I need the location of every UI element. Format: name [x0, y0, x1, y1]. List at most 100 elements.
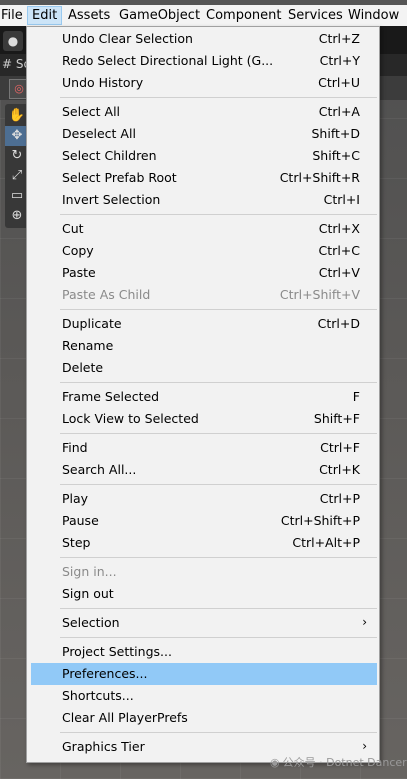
menu-bar: File Edit Assets GameObject Component Se…: [0, 5, 407, 26]
menu-item-shortcut: Ctrl+Shift+R: [279, 170, 360, 185]
menu-item-label: Step: [62, 535, 91, 550]
chevron-right-icon: ›: [362, 739, 367, 753]
menu-item-shortcut: Ctrl+V: [318, 265, 360, 280]
menu-item-select-children[interactable]: Select Children Shift+C: [31, 145, 377, 167]
menu-item-select-all[interactable]: Select All Ctrl+A: [31, 101, 377, 123]
menu-item-label: Lock View to Selected: [62, 411, 199, 426]
menu-item-label: Selection: [62, 615, 120, 630]
menu-item-label: Graphics Tier: [62, 739, 145, 754]
menu-item-search-all[interactable]: Search All... Ctrl+K: [31, 459, 377, 481]
menu-item-shortcut: Ctrl+F: [320, 440, 360, 455]
menu-item-label: Undo Clear Selection: [62, 31, 193, 46]
menu-item-label: Sign out: [62, 586, 114, 601]
gizmo-icon: ◎: [14, 82, 24, 95]
menu-item-label: Cut: [62, 221, 84, 236]
menu-item-cut[interactable]: Cut Ctrl+X: [31, 218, 377, 240]
menu-item-shortcut: Ctrl+C: [318, 243, 360, 258]
chevron-right-icon: ›: [362, 615, 367, 629]
menu-item-play[interactable]: Play Ctrl+P: [31, 488, 377, 510]
menu-separator: [60, 214, 377, 215]
menu-item-lock-view[interactable]: Lock View to Selected Shift+F: [31, 408, 377, 430]
menu-item-step[interactable]: Step Ctrl+Alt+P: [31, 532, 377, 554]
menu-item-shortcut: Ctrl+D: [317, 316, 360, 331]
menu-item-selection[interactable]: Selection ›: [31, 612, 377, 634]
watermark: ◉ 公众号 · Dotnet Dancer: [270, 754, 407, 770]
menu-separator: [60, 732, 377, 733]
menu-separator: [60, 637, 377, 638]
menu-item-label: Redo Select Directional Light (G...: [62, 53, 274, 68]
menu-item-shortcut: Ctrl+Shift+P: [280, 513, 360, 528]
account-icon: ●: [7, 34, 19, 48]
menu-item-copy[interactable]: Copy Ctrl+C: [31, 240, 377, 262]
menu-item-shortcut: Ctrl+Alt+P: [292, 535, 360, 550]
menu-item-pause[interactable]: Pause Ctrl+Shift+P: [31, 510, 377, 532]
menu-item-shortcut: Ctrl+I: [323, 192, 360, 207]
menu-item-shortcut: Ctrl+A: [318, 104, 360, 119]
menu-item-sign-out[interactable]: Sign out: [31, 583, 377, 605]
watermark-text: 公众号 · Dotnet Dancer: [282, 756, 407, 769]
menu-item-label: Project Settings...: [62, 644, 172, 659]
menu-item-paste[interactable]: Paste Ctrl+V: [31, 262, 377, 284]
menu-item-label: Clear All PlayerPrefs: [62, 710, 188, 725]
menu-item-clear-playerprefs[interactable]: Clear All PlayerPrefs: [31, 707, 377, 729]
menu-gameobject[interactable]: GameObject: [119, 8, 200, 23]
menu-item-shortcut: Ctrl+U: [318, 75, 360, 90]
menu-item-sign-in: Sign in...: [31, 561, 377, 583]
menu-item-label: Preferences...: [62, 666, 148, 681]
menu-item-shortcut: Shift+F: [313, 411, 360, 426]
menu-item-label: Duplicate: [62, 316, 122, 331]
menu-item-label: Sign in...: [62, 564, 117, 579]
menu-item-label: Rename: [62, 338, 114, 353]
menu-item-shortcut: Ctrl+K: [319, 462, 360, 477]
menu-item-label: Paste: [62, 265, 96, 280]
menu-separator: [60, 433, 377, 434]
wechat-icon: ◉: [270, 756, 280, 769]
menu-item-shortcut: Ctrl+P: [319, 491, 360, 506]
menu-window[interactable]: Window: [348, 8, 399, 23]
menu-item-shortcuts[interactable]: Shortcuts...: [31, 685, 377, 707]
menu-item-undo[interactable]: Undo Clear Selection Ctrl+Z: [31, 28, 377, 50]
menu-item-label: Search All...: [62, 462, 137, 477]
menu-separator: [60, 484, 377, 485]
menu-item-label: Play: [62, 491, 89, 506]
edit-menu-dropdown: Undo Clear Selection Ctrl+Z Redo Select …: [26, 26, 380, 763]
menu-item-label: Invert Selection: [62, 192, 161, 207]
menu-item-label: Select Children: [62, 148, 157, 163]
menu-item-shortcut: Shift+C: [312, 148, 360, 163]
menu-item-select-prefab-root[interactable]: Select Prefab Root Ctrl+Shift+R: [31, 167, 377, 189]
menu-services[interactable]: Services: [288, 8, 343, 23]
menu-item-label: Find: [62, 440, 88, 455]
menu-item-duplicate[interactable]: Duplicate Ctrl+D: [31, 313, 377, 335]
account-button[interactable]: ●: [3, 31, 23, 51]
menu-separator: [60, 97, 377, 98]
menu-item-label: Pause: [62, 513, 99, 528]
menu-item-label: Frame Selected: [62, 389, 160, 404]
menu-item-frame-selected[interactable]: Frame Selected F: [31, 386, 377, 408]
menu-separator: [60, 309, 377, 310]
menu-assets[interactable]: Assets: [68, 8, 110, 23]
menu-item-shortcut: Ctrl+Z: [318, 31, 360, 46]
menu-component[interactable]: Component: [206, 8, 281, 23]
menu-item-invert-selection[interactable]: Invert Selection Ctrl+I: [31, 189, 377, 211]
menu-item-deselect-all[interactable]: Deselect All Shift+D: [31, 123, 377, 145]
menu-separator: [60, 382, 377, 383]
menu-item-label: Select Prefab Root: [62, 170, 177, 185]
menu-item-find[interactable]: Find Ctrl+F: [31, 437, 377, 459]
menu-item-redo[interactable]: Redo Select Directional Light (G... Ctrl…: [31, 50, 377, 72]
menu-item-label: Delete: [62, 360, 104, 375]
menu-file[interactable]: File: [1, 8, 23, 23]
menu-item-label: Select All: [62, 104, 121, 119]
menu-separator: [60, 608, 377, 609]
menu-edit[interactable]: Edit: [27, 6, 63, 25]
menu-item-shortcut: Ctrl+Shift+V: [279, 287, 360, 302]
menu-item-undo-history[interactable]: Undo History Ctrl+U: [31, 72, 377, 94]
menu-item-rename[interactable]: Rename: [31, 335, 377, 357]
menu-item-label: Deselect All: [62, 126, 136, 141]
menu-item-delete[interactable]: Delete: [31, 357, 377, 379]
menu-item-label: Undo History: [62, 75, 144, 90]
menu-item-shortcut: F: [352, 389, 360, 404]
menu-item-preferences[interactable]: Preferences...: [31, 663, 377, 685]
menu-item-shortcut: Shift+D: [311, 126, 360, 141]
menu-item-shortcut: Ctrl+X: [318, 221, 360, 236]
menu-item-project-settings[interactable]: Project Settings...: [31, 641, 377, 663]
